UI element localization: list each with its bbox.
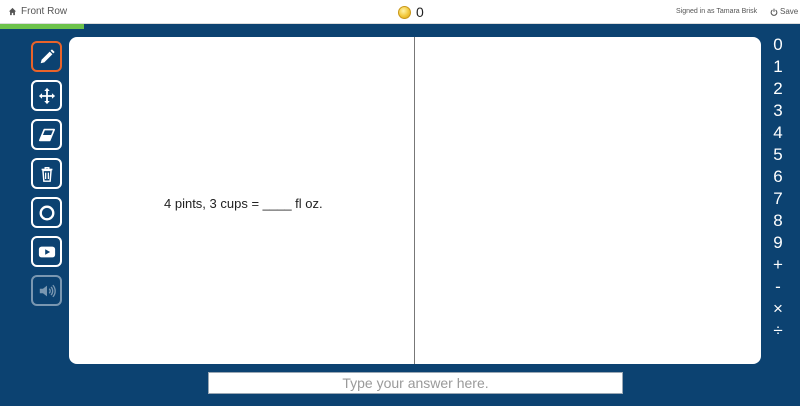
coin-count: 0 <box>416 4 424 20</box>
key-minus[interactable]: - <box>768 276 788 298</box>
work-area-divider <box>414 37 415 364</box>
trash-icon <box>41 166 52 182</box>
coin-icon <box>398 5 411 19</box>
key-2[interactable]: 2 <box>768 78 788 100</box>
question-text: 4 pints, 3 cups = ____ fl oz. <box>164 196 323 211</box>
eraser-tool-button[interactable] <box>31 119 62 150</box>
home-link[interactable]: Front Row <box>8 6 67 17</box>
pencil-tool-button[interactable] <box>31 41 62 72</box>
save-label: Save & <box>780 7 800 16</box>
key-9[interactable]: 9 <box>768 232 788 254</box>
coin-counter: 0 <box>398 4 424 20</box>
key-5[interactable]: 5 <box>768 144 788 166</box>
key-divide[interactable]: ÷ <box>768 320 788 342</box>
key-0[interactable]: 0 <box>768 34 788 56</box>
key-plus[interactable]: + <box>768 254 788 276</box>
signed-in-label: Signed in as Tamara Brisk <box>676 8 758 15</box>
key-7[interactable]: 7 <box>768 188 788 210</box>
answer-input[interactable] <box>208 372 623 394</box>
video-tool-button[interactable] <box>31 236 62 267</box>
audio-tool-button[interactable] <box>31 275 62 306</box>
key-4[interactable]: 4 <box>768 122 788 144</box>
key-6[interactable]: 6 <box>768 166 788 188</box>
brand-label: Front Row <box>21 6 68 17</box>
progress-fill <box>0 24 84 29</box>
home-icon <box>8 7 17 16</box>
circle-tool-button[interactable] <box>31 197 62 228</box>
eraser-icon <box>38 128 55 141</box>
speaker-icon <box>39 284 56 297</box>
key-8[interactable]: 8 <box>768 210 788 232</box>
move-tool-button[interactable] <box>31 80 62 111</box>
pencil-icon <box>40 48 55 63</box>
top-bar: Front Row 0 Signed in as Tamara Brisk Sa… <box>0 0 800 24</box>
video-icon <box>38 246 55 257</box>
work-area[interactable]: 4 pints, 3 cups = ____ fl oz. <box>69 37 761 364</box>
save-exit-button[interactable]: Save & <box>770 7 800 16</box>
progress-bar <box>0 24 800 29</box>
key-3[interactable]: 3 <box>768 100 788 122</box>
circle-icon <box>39 205 54 220</box>
power-icon <box>770 8 778 16</box>
key-1[interactable]: 1 <box>768 56 788 78</box>
key-times[interactable]: × <box>768 298 788 320</box>
move-icon <box>38 87 55 104</box>
trash-tool-button[interactable] <box>31 158 62 189</box>
keypad: 0 1 2 3 4 5 6 7 8 9 + - × ÷ <box>768 34 788 342</box>
